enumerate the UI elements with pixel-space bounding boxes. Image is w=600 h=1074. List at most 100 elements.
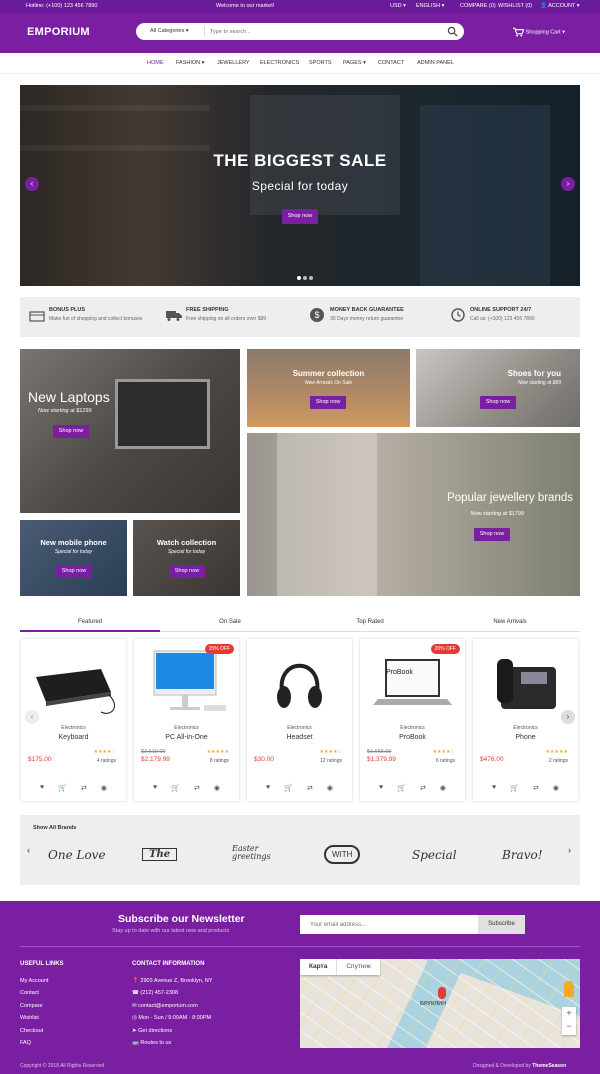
footer-link-compare[interactable]: Compare <box>20 1003 43 1009</box>
hero-dot[interactable] <box>303 276 307 280</box>
product-name[interactable]: Phone <box>473 734 578 741</box>
eye-icon[interactable]: ◉ <box>101 784 107 792</box>
map-tab-satellite[interactable]: Спутник <box>336 959 380 975</box>
brand-logo[interactable]: Bravo! <box>502 848 543 862</box>
promo-shop-button[interactable]: Shop now <box>310 396 346 409</box>
zoom-out-icon[interactable]: − <box>562 1020 576 1033</box>
heart-icon[interactable]: ♥ <box>266 784 270 792</box>
search-input[interactable] <box>210 25 430 38</box>
footer-link-faq[interactable]: FAQ <box>20 1040 31 1046</box>
subscribe-button[interactable]: Subscribe <box>478 915 525 934</box>
heart-icon[interactable]: ♥ <box>379 784 383 792</box>
contact-email[interactable]: ✉ contact@emporium.com <box>132 1003 198 1009</box>
product-image <box>36 669 115 714</box>
tab-top-rated[interactable]: Top Rated <box>300 619 440 625</box>
brand-logo[interactable]: The <box>142 848 178 861</box>
compare-icon[interactable]: ⇄ <box>420 784 426 792</box>
street-view-icon[interactable] <box>564 981 574 997</box>
eye-icon[interactable]: ◉ <box>214 784 220 792</box>
promo-summer[interactable]: Summer collection New Arrivals On Sale S… <box>247 349 410 427</box>
footer-link-checkout[interactable]: Checkout <box>20 1028 43 1034</box>
map-tab-map[interactable]: Карта <box>300 959 336 975</box>
product-card[interactable]: ProBook 20% OFF Electronics ProBook $1,6… <box>360 639 465 801</box>
heart-icon[interactable]: ♥ <box>40 784 44 792</box>
promo-shop-button[interactable]: Shop now <box>56 565 92 578</box>
nav-electronics[interactable]: ELECTRONICS <box>260 60 299 66</box>
products-next-arrow-icon[interactable]: › <box>561 710 575 724</box>
promo-shop-button[interactable]: Shop now <box>474 528 510 541</box>
promo-jewellery[interactable]: Popular jewellery brands Now starting at… <box>247 433 580 596</box>
cart-icon[interactable]: 🛒 <box>284 784 293 792</box>
map-pin-icon[interactable] <box>438 987 446 999</box>
product-name[interactable]: PC All-in-One <box>134 734 239 741</box>
language-selector[interactable]: ENGLISH ▾ <box>416 3 444 9</box>
brands-prev-arrow-icon[interactable]: ‹ <box>27 845 30 855</box>
promo-shoes[interactable]: Shoes for you Now starting at $99 Shop n… <box>416 349 580 427</box>
hero-dot[interactable] <box>309 276 313 280</box>
brand-logo[interactable]: WITH <box>324 845 361 864</box>
brands-next-arrow-icon[interactable]: › <box>568 845 571 855</box>
nav-admin[interactable]: ADMIN PANEL <box>417 60 454 66</box>
cart-icon[interactable]: 🛒 <box>171 784 180 792</box>
nav-jewellery[interactable]: JEWELLERY <box>217 60 250 66</box>
site-logo[interactable]: EMPORIUM <box>27 26 90 38</box>
compare-icon[interactable]: ⇄ <box>307 784 313 792</box>
google-map[interactable]: Карта Спутник БРУКЛИН + − <box>300 959 580 1048</box>
nav-sports[interactable]: SPORTS <box>309 60 332 66</box>
nav-fashion[interactable]: FASHION ▾ <box>176 60 204 66</box>
tab-on-sale[interactable]: On Sale <box>160 619 300 625</box>
contact-directions[interactable]: ➤ Get directions <box>132 1028 172 1034</box>
category-select[interactable]: All Categories ▾ <box>150 28 189 34</box>
heart-icon[interactable]: ♥ <box>492 784 496 792</box>
product-card[interactable]: 15% OFF Electronics PC All-in-One $2,510… <box>134 639 239 801</box>
designer-link[interactable]: ThemeSeason <box>532 1063 566 1069</box>
product-name[interactable]: Keyboard <box>21 734 126 741</box>
nav-pages[interactable]: PAGES ▾ <box>343 60 366 66</box>
products-prev-arrow-icon[interactable]: ‹ <box>25 710 39 724</box>
tab-featured[interactable]: Featured <box>20 619 160 632</box>
shopping-cart-button[interactable]: Shopping Cart ▾ <box>513 27 565 37</box>
promo-shop-button[interactable]: Shop now <box>480 396 516 409</box>
search-icon[interactable] <box>447 26 458 37</box>
product-card[interactable]: Electronics Headset $30.00 ★★★★☆ 12 rati… <box>247 639 352 801</box>
brand-logo[interactable]: Easter greetings <box>232 845 282 861</box>
account-menu[interactable]: 👤 ACCOUNT ▾ <box>540 3 579 9</box>
heart-icon[interactable]: ♥ <box>153 784 157 792</box>
brand-logo[interactable]: Special <box>412 848 457 862</box>
hero-next-arrow-icon[interactable]: › <box>561 177 575 191</box>
eye-icon[interactable]: ◉ <box>440 784 446 792</box>
promo-watch[interactable]: Watch collection Special for today Shop … <box>133 520 240 596</box>
hero-dot[interactable] <box>297 276 301 280</box>
brand-logo[interactable]: One Love <box>48 848 106 862</box>
eye-icon[interactable]: ◉ <box>553 784 559 792</box>
newsletter-email-input[interactable] <box>300 915 478 934</box>
zoom-in-icon[interactable]: + <box>562 1007 576 1020</box>
nav-home[interactable]: HOME <box>147 60 164 66</box>
promo-laptops[interactable]: New Laptops Now starting at $1299 Shop n… <box>20 349 240 513</box>
product-name[interactable]: ProBook <box>360 734 465 741</box>
promo-shop-button[interactable]: Shop now <box>169 565 205 578</box>
footer-link-wishlist[interactable]: Wishlist <box>20 1015 39 1021</box>
product-name[interactable]: Headset <box>247 734 352 741</box>
wishlist-link[interactable]: WISHLIST (0) <box>498 3 532 9</box>
contact-routes[interactable]: 🚌 Routes to us <box>132 1040 171 1046</box>
promo-phone[interactable]: New mobile phone Special for today Shop … <box>20 520 127 596</box>
hero-prev-arrow-icon[interactable]: ‹ <box>25 177 39 191</box>
compare-icon[interactable]: ⇄ <box>533 784 539 792</box>
currency-selector[interactable]: USD ▾ <box>390 3 406 9</box>
compare-icon[interactable]: ⇄ <box>194 784 200 792</box>
show-all-brands-link[interactable]: Show All Brands <box>33 825 77 831</box>
hero-shop-button[interactable]: Shop now <box>282 209 318 224</box>
compare-icon[interactable]: ⇄ <box>81 784 87 792</box>
promo-shop-button[interactable]: Shop now <box>53 425 89 438</box>
compare-link[interactable]: COMPARE (0) <box>460 3 496 9</box>
cart-icon[interactable]: 🛒 <box>58 784 67 792</box>
tab-new-arrivals[interactable]: New Arrivals <box>440 619 580 625</box>
newsletter-desc: Stay up to date with our latest new and … <box>112 928 230 934</box>
footer-link-contact[interactable]: Contact <box>20 990 39 996</box>
cart-icon[interactable]: 🛒 <box>510 784 519 792</box>
eye-icon[interactable]: ◉ <box>327 784 333 792</box>
nav-contact[interactable]: CONTACT <box>378 60 404 66</box>
footer-link-my-account[interactable]: My Account <box>20 978 48 984</box>
cart-icon[interactable]: 🛒 <box>397 784 406 792</box>
